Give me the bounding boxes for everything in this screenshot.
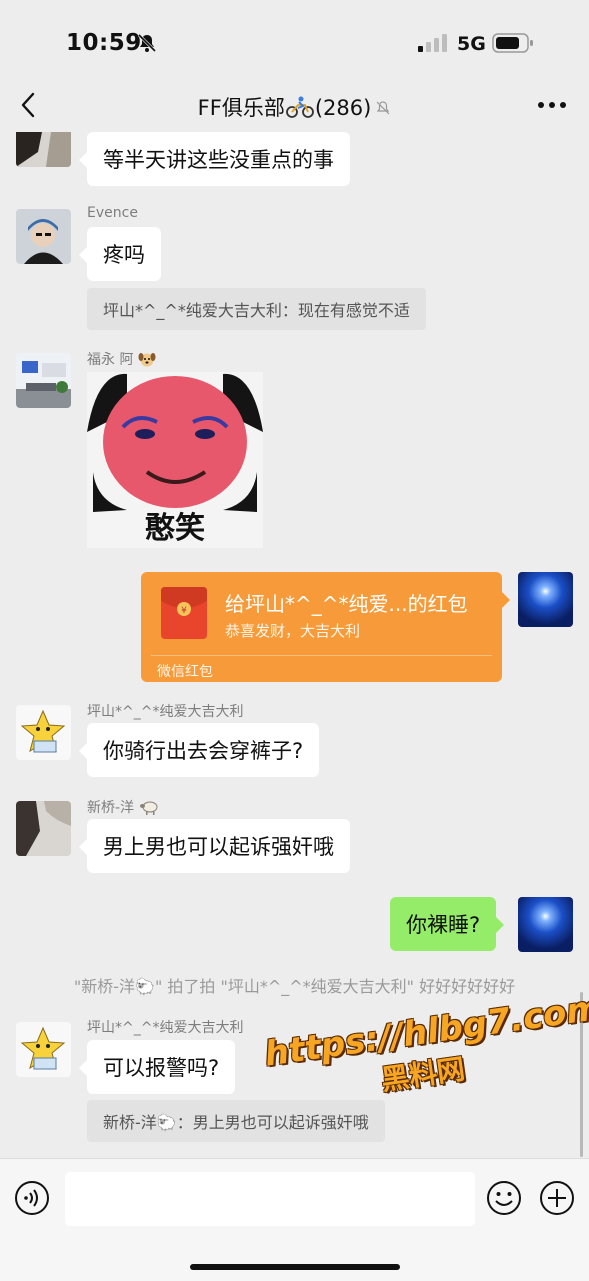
member-count: (286) <box>314 96 372 120</box>
red-packet-footer: 微信红包 <box>157 664 213 680</box>
red-packet-icon: ¥ <box>161 587 207 639</box>
sheep-icon <box>139 801 158 815</box>
sender-name: 坪山*^_^*纯爱大吉大利 <box>87 1020 244 1036</box>
divider <box>151 655 492 656</box>
emoji-icon[interactable] <box>486 1180 522 1216</box>
avatar[interactable] <box>16 1022 71 1077</box>
sticker-image[interactable]: 憨笑 <box>87 372 263 548</box>
plus-icon[interactable] <box>539 1180 575 1216</box>
my-message-bubble[interactable]: 你裸睡? <box>390 897 505 951</box>
sender-name-text: 新桥-洋 <box>87 800 135 816</box>
sender-name: Evence <box>87 205 138 221</box>
message-bubble[interactable]: 可以报警吗? <box>78 1040 236 1094</box>
sender-name-text: 福永 阿 <box>87 352 134 368</box>
red-packet-subtitle: 恭喜发财，大吉大利 <box>225 622 361 640</box>
my-avatar[interactable] <box>518 572 573 627</box>
input-bar <box>0 1158 589 1281</box>
chat-title: FF俱乐部 (286) <box>0 92 589 122</box>
message-bubble[interactable]: 你骑行出去会穿裤子? <box>78 723 320 777</box>
mute-icon <box>376 101 390 115</box>
battery-icon <box>492 33 533 53</box>
system-pat-message: "新桥-洋🐑" 拍了拍 "坪山*^_^*纯爱大吉大利" 好好好好好好 <box>73 977 516 996</box>
dog-icon <box>138 353 156 367</box>
voice-icon[interactable] <box>14 1180 50 1216</box>
more-icon[interactable] <box>537 100 567 110</box>
svg-text:¥: ¥ <box>181 606 187 616</box>
avatar[interactable] <box>16 705 71 760</box>
sticker-caption: 憨笑 <box>145 511 205 546</box>
sender-name: 福永 阿 <box>87 349 156 369</box>
chat-header: FF俱乐部 (286) <box>0 80 589 132</box>
status-bar: 10:59 5G <box>0 0 589 80</box>
avatar[interactable] <box>16 353 71 408</box>
quoted-message[interactable]: 坪山*^_^*纯爱大吉大利：现在有感觉不适 <box>87 288 426 330</box>
avatar[interactable] <box>16 801 71 856</box>
my-avatar[interactable] <box>518 897 573 952</box>
message-bubble[interactable]: 男上男也可以起诉强奸哦 <box>79 819 350 873</box>
bike-icon <box>285 96 314 118</box>
network-type: 5G <box>457 33 486 55</box>
home-indicator[interactable] <box>190 1264 400 1270</box>
avatar[interactable] <box>16 209 71 264</box>
signal-icon <box>418 34 447 52</box>
red-packet-message[interactable]: ¥ 给坪山*^_^*纯爱...的红包 恭喜发财，大吉大利 微信红包 <box>141 572 510 682</box>
avatar[interactable] <box>16 132 71 167</box>
sender-name: 新桥-洋 <box>87 797 159 817</box>
status-time: 10:59 <box>66 30 142 56</box>
bell-off-icon <box>137 33 157 53</box>
message-bubble[interactable]: 疼吗 <box>79 227 161 281</box>
sender-name: 坪山*^_^*纯爱大吉大利 <box>87 704 244 720</box>
message-bubble[interactable]: 等半天讲这些没重点的事 <box>79 132 350 186</box>
group-name: FF俱乐部 <box>197 96 285 120</box>
message-input[interactable] <box>65 1172 475 1226</box>
red-packet-title: 给坪山*^_^*纯爱...的红包 <box>225 592 468 616</box>
